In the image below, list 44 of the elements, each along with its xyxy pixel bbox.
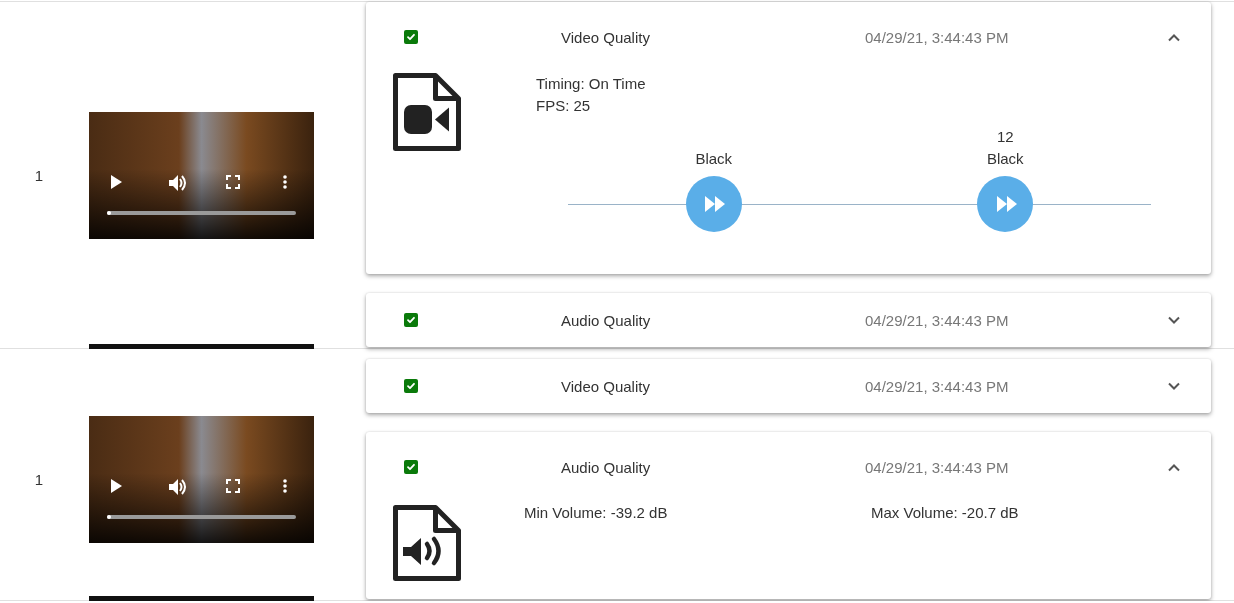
timestamp: 04/29/21, 3:44:43 PM [865, 311, 1010, 329]
timestamp: 04/29/21, 3:44:43 PM [865, 28, 1010, 46]
checkbox[interactable] [404, 379, 418, 393]
panel-title: Audio Quality [561, 311, 652, 329]
check-icon [406, 32, 416, 42]
chevron-down-icon[interactable] [1167, 381, 1181, 391]
check-icon [406, 381, 416, 391]
chevron-up-icon[interactable] [1167, 32, 1181, 42]
check-icon [406, 315, 416, 325]
detail-text: Max Volume: -20.7 dB [871, 503, 1020, 523]
marker-label: Black [986, 149, 1024, 169]
marker-label: Black [695, 149, 733, 169]
detail-text: Min Volume: -39.2 dB [524, 503, 669, 523]
check-icon [406, 462, 416, 472]
volume-icon[interactable] [169, 479, 187, 495]
video-player[interactable] [89, 111, 314, 239]
play-icon[interactable] [110, 174, 122, 189]
play-icon[interactable] [110, 479, 122, 493]
video-file-icon [392, 72, 462, 152]
chevron-down-icon[interactable] [1167, 315, 1181, 325]
more-options-icon[interactable] [283, 479, 287, 493]
checkbox[interactable] [404, 313, 418, 327]
chevron-up-icon[interactable] [1167, 462, 1181, 472]
row-number: 1 [33, 166, 45, 184]
detail-text: FPS: 25 [536, 96, 592, 116]
timestamp: 04/29/21, 3:44:43 PM [865, 458, 1010, 476]
panel-title: Audio Quality [561, 458, 652, 476]
fast-forward-icon [704, 195, 727, 213]
video-progress-bar[interactable] [107, 210, 296, 215]
checkbox[interactable] [404, 460, 418, 474]
timestamp: 04/29/21, 3:44:43 PM [865, 377, 1010, 395]
marker-label: 12 [995, 127, 1015, 147]
row-number: 1 [33, 471, 45, 488]
volume-icon[interactable] [169, 174, 187, 191]
fast-forward-icon [995, 195, 1018, 213]
more-options-icon[interactable] [283, 174, 287, 189]
checkbox[interactable] [404, 30, 418, 44]
panel-title: Video Quality [561, 28, 651, 46]
video-player[interactable] [89, 416, 314, 543]
fullscreen-icon[interactable] [226, 174, 240, 189]
detail-text: Timing: On Time [536, 74, 647, 94]
panel-title: Video Quality [561, 377, 651, 395]
fullscreen-icon[interactable] [226, 479, 240, 493]
audio-file-icon [392, 504, 462, 582]
